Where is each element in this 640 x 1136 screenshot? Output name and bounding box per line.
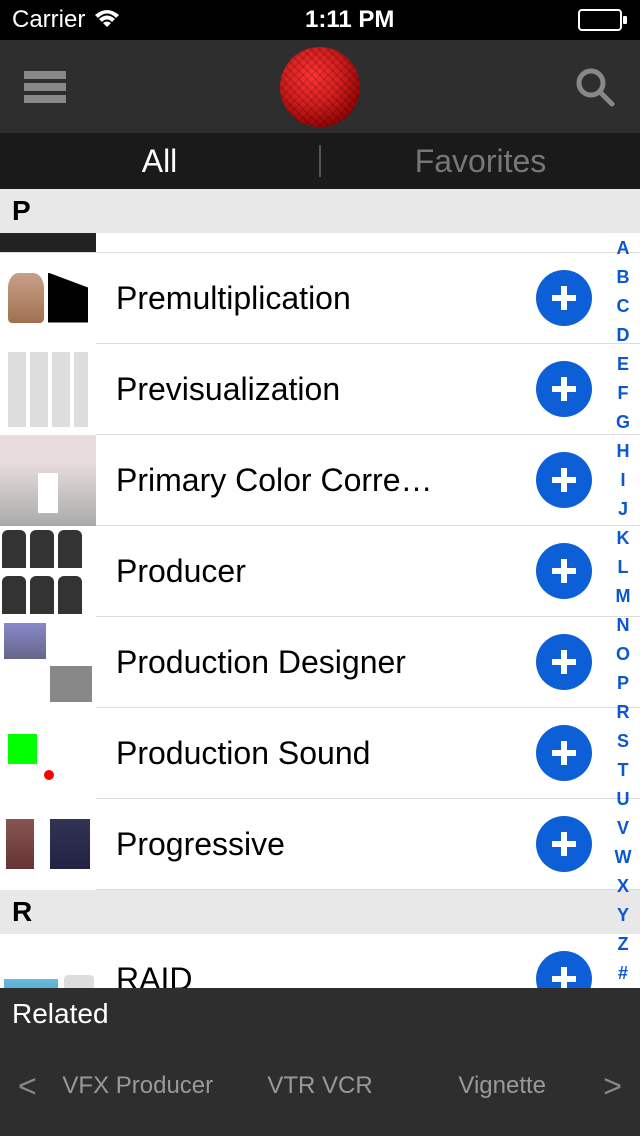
list-item[interactable] xyxy=(0,233,640,253)
related-items: < VFX Producer VTR VCR Vignette > xyxy=(0,1036,640,1136)
tab-favorites[interactable]: Favorites xyxy=(321,143,640,180)
list-label: Previsualization xyxy=(96,371,536,408)
index-letter[interactable]: M xyxy=(616,587,631,605)
list-thumbnail xyxy=(0,435,96,526)
add-button[interactable] xyxy=(536,634,592,690)
list-item[interactable]: Production Sound xyxy=(0,708,640,799)
add-button[interactable] xyxy=(536,543,592,599)
add-button[interactable] xyxy=(536,270,592,326)
list-item[interactable]: Previsualization xyxy=(0,344,640,435)
menu-button[interactable] xyxy=(24,71,66,103)
app-logo xyxy=(280,47,360,127)
index-letter[interactable]: E xyxy=(617,355,629,373)
status-right xyxy=(578,9,628,31)
index-letter[interactable]: B xyxy=(617,268,630,286)
index-letter[interactable]: V xyxy=(617,819,629,837)
add-button[interactable] xyxy=(536,951,592,988)
related-item[interactable]: VFX Producer xyxy=(47,1072,229,1100)
status-bar: Carrier 1:11 PM xyxy=(0,0,640,40)
related-prev-icon[interactable]: < xyxy=(8,1068,47,1105)
related-item[interactable]: Vignette xyxy=(411,1072,593,1100)
tab-bar: All Favorites xyxy=(0,133,640,189)
index-letter[interactable]: I xyxy=(620,471,625,489)
add-button[interactable] xyxy=(536,725,592,781)
list-item[interactable]: Premultiplication xyxy=(0,253,640,344)
list-item[interactable]: Producer xyxy=(0,526,640,617)
list-thumbnail xyxy=(0,526,96,617)
index-bar[interactable]: A B C D E F G H I J K L M N O P R S T U … xyxy=(610,233,636,988)
list-thumbnail xyxy=(0,233,96,252)
related-title: Related xyxy=(0,988,640,1036)
index-letter[interactable]: R xyxy=(617,703,630,721)
related-bar: Related < VFX Producer VTR VCR Vignette … xyxy=(0,988,640,1136)
index-letter[interactable]: F xyxy=(618,384,629,402)
list-label: RAID xyxy=(96,961,536,989)
index-letter[interactable]: O xyxy=(616,645,630,663)
index-letter[interactable]: N xyxy=(617,616,630,634)
tab-all[interactable]: All xyxy=(0,143,319,180)
index-letter[interactable]: H xyxy=(617,442,630,460)
list-label: Producer xyxy=(96,553,536,590)
index-letter[interactable]: T xyxy=(618,761,629,779)
index-letter[interactable]: U xyxy=(617,790,630,808)
list-item[interactable]: Progressive xyxy=(0,799,640,890)
status-left: Carrier xyxy=(12,6,121,34)
list-thumbnail xyxy=(0,799,96,890)
index-letter[interactable]: L xyxy=(618,558,629,576)
carrier-label: Carrier xyxy=(12,6,85,34)
add-button[interactable] xyxy=(536,361,592,417)
index-letter[interactable]: S xyxy=(617,732,629,750)
list-item[interactable]: RAID xyxy=(0,934,640,988)
list-item[interactable]: Primary Color Corre… xyxy=(0,435,640,526)
section-header-r: R xyxy=(0,890,640,934)
search-button[interactable] xyxy=(574,66,616,108)
index-letter[interactable]: J xyxy=(618,500,628,518)
list-thumbnail xyxy=(0,253,96,344)
section-header-p: P xyxy=(0,189,640,233)
list-content[interactable]: P Premultiplication Previsualization Pri… xyxy=(0,189,640,988)
battery-icon xyxy=(578,9,628,31)
list-thumbnail xyxy=(0,708,96,799)
index-letter[interactable]: # xyxy=(618,964,628,982)
index-letter[interactable]: P xyxy=(617,674,629,692)
index-letter[interactable]: Z xyxy=(618,935,629,953)
related-item[interactable]: VTR VCR xyxy=(229,1072,411,1100)
status-time: 1:11 PM xyxy=(121,6,578,34)
index-letter[interactable]: A xyxy=(617,239,630,257)
list-label: Production Sound xyxy=(96,735,536,772)
list-label: Primary Color Corre… xyxy=(96,462,536,499)
nav-bar xyxy=(0,40,640,133)
related-next-icon[interactable]: > xyxy=(593,1068,632,1105)
index-letter[interactable]: D xyxy=(617,326,630,344)
list-label: Production Designer xyxy=(96,644,536,681)
list-thumbnail xyxy=(0,617,96,708)
list-thumbnail xyxy=(0,934,96,989)
index-letter[interactable]: X xyxy=(617,877,629,895)
index-letter[interactable]: C xyxy=(617,297,630,315)
list-label: Progressive xyxy=(96,826,536,863)
list-label: Premultiplication xyxy=(96,280,536,317)
index-letter[interactable]: W xyxy=(615,848,632,866)
add-button[interactable] xyxy=(536,452,592,508)
index-letter[interactable]: Y xyxy=(617,906,629,924)
index-letter[interactable]: K xyxy=(617,529,630,547)
wifi-icon xyxy=(93,9,121,31)
list-item[interactable]: Production Designer xyxy=(0,617,640,708)
list-thumbnail xyxy=(0,344,96,435)
index-letter[interactable]: G xyxy=(616,413,630,431)
add-button[interactable] xyxy=(536,816,592,872)
